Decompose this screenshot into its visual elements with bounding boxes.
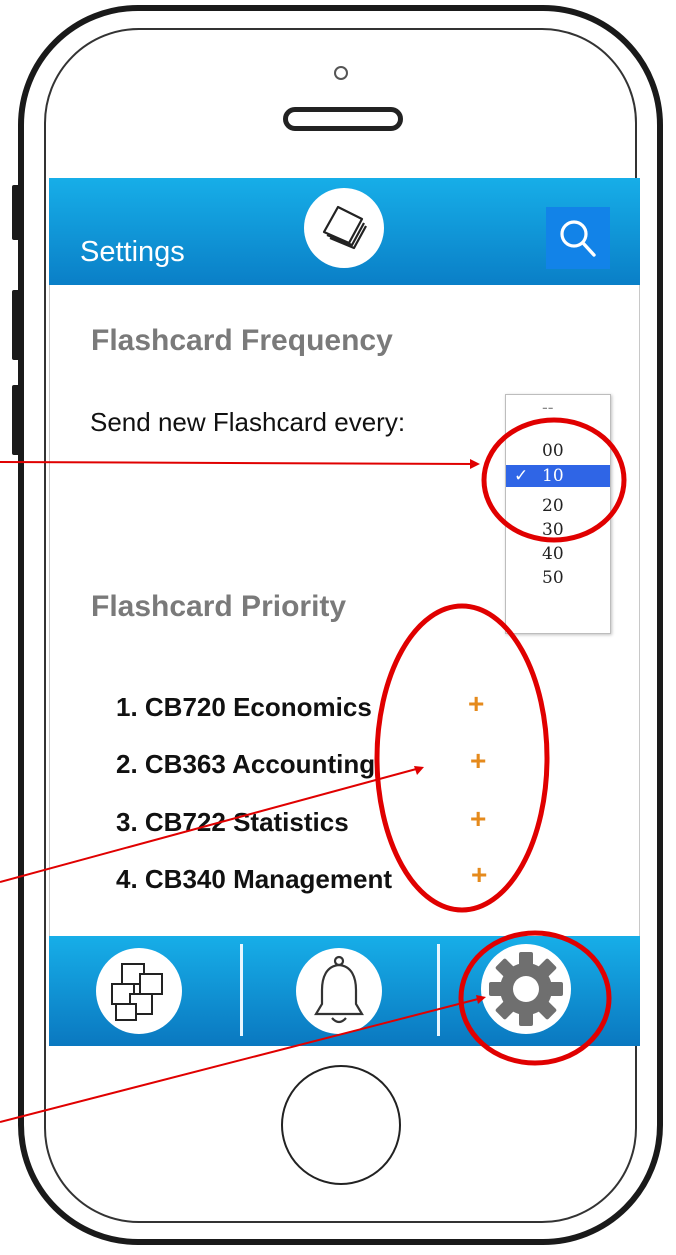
annotation-arrow	[0, 767, 421, 883]
annotation-overlay	[0, 417, 627, 1123]
annotation-arrow	[0, 461, 477, 465]
plus-highlight-ellipse	[374, 603, 550, 913]
dropdown-highlight-ellipse	[481, 417, 627, 543]
arrowhead	[414, 766, 424, 775]
arrowhead	[476, 995, 486, 1004]
annotation-arrow	[0, 997, 483, 1123]
arrowhead	[470, 459, 480, 469]
